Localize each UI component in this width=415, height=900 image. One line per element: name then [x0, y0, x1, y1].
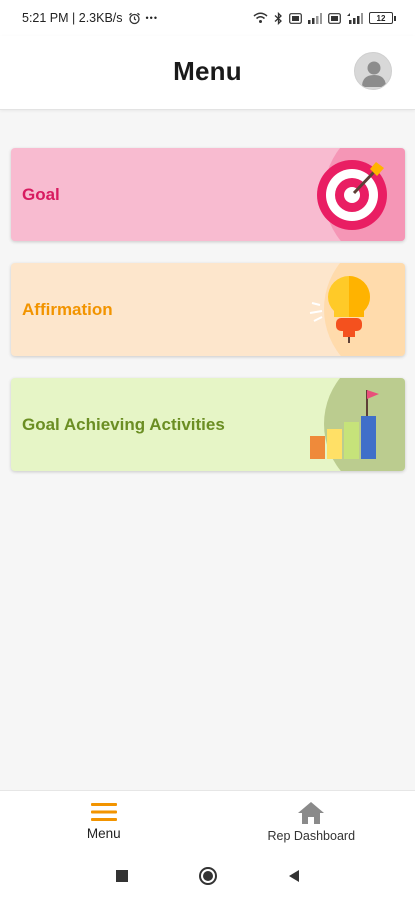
menu-card-affirmation[interactable]: Affirmation [11, 263, 405, 356]
hamburger-menu-icon [90, 803, 117, 821]
wifi-icon [253, 12, 268, 24]
status-time-speed: 5:21 PM | 2.3KB/s [22, 11, 123, 25]
home-icon [298, 801, 325, 824]
avatar[interactable] [354, 52, 392, 90]
volte-icon-2 [328, 12, 341, 24]
app-header: Menu [0, 36, 415, 110]
growth-chart-flag-icon [280, 378, 405, 471]
bluetooth-icon [274, 11, 283, 25]
menu-card-label: Affirmation [22, 299, 113, 319]
system-navigation-bar [0, 852, 415, 900]
battery-icon: 12 [369, 12, 396, 24]
home-circle-icon [198, 867, 217, 885]
menu-card-goal[interactable]: Goal [11, 148, 405, 241]
nav-item-label: Rep Dashboard [267, 828, 356, 843]
alarm-clock-icon [128, 12, 141, 25]
lightbulb-icon [280, 263, 405, 356]
page-title: Menu [173, 56, 242, 86]
recents-square-icon [115, 870, 128, 882]
nav-item-menu[interactable]: Menu [0, 791, 208, 852]
recents-button[interactable] [79, 869, 165, 883]
menu-card-goal-achieving-activities[interactable]: Goal Achieving Activities [11, 378, 405, 471]
menu-card-label: Goal Achieving Activities [22, 414, 225, 434]
nav-item-label: Menu [86, 826, 121, 841]
back-triangle-icon [288, 870, 299, 882]
target-icon [280, 148, 405, 241]
status-more-dots: ••• [145, 13, 158, 23]
bottom-navigation: Menu Rep Dashboard [0, 790, 415, 852]
menu-card-label: Goal [22, 184, 60, 204]
status-left: 5:21 PM | 2.3KB/s ••• [22, 11, 158, 25]
volte-icon [289, 12, 302, 24]
home-button[interactable] [165, 866, 251, 886]
signal-icon-1 [308, 12, 322, 24]
back-button[interactable] [251, 869, 337, 883]
signal-icon-2 [347, 12, 363, 24]
status-right: 12 [253, 11, 396, 25]
status-bar: 5:21 PM | 2.3KB/s ••• 12 [0, 0, 415, 36]
nav-item-rep-dashboard[interactable]: Rep Dashboard [208, 791, 415, 852]
